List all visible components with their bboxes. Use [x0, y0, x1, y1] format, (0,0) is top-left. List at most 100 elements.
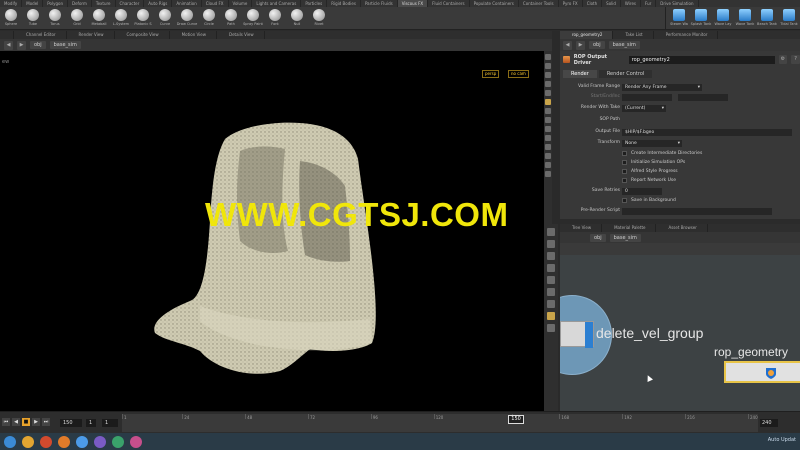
path-obj[interactable]: obj: [589, 41, 605, 49]
current-frame-field[interactable]: 150: [60, 419, 82, 427]
tab-composite-view[interactable]: Composite View: [115, 31, 170, 39]
path-obj[interactable]: obj: [590, 233, 606, 242]
shelf-tool-l-system[interactable]: L-System: [110, 7, 132, 30]
shelf-tab-drive-simulation[interactable]: Drive Simulation: [656, 0, 699, 7]
houdini-icon[interactable]: [58, 435, 70, 448]
tab-take-list[interactable]: Take List: [613, 31, 654, 39]
layout-icon[interactable]: [547, 264, 555, 272]
shelf-tab-model[interactable]: Model: [22, 0, 44, 7]
forward-icon[interactable]: ▶: [17, 40, 26, 50]
shelf-tool-steam-wa[interactable]: Steam Wa: [668, 7, 690, 30]
help-icon[interactable]: ?: [791, 55, 800, 64]
tab-tree-view[interactable]: Tree View: [560, 224, 603, 232]
shelf-tool-tidal-tank[interactable]: Tidal Tank: [778, 7, 800, 30]
tab-motion-view[interactable]: Motion View: [170, 31, 217, 39]
light-icon[interactable]: [545, 99, 551, 105]
checkbox[interactable]: [622, 178, 627, 183]
shelf-tool-sphere[interactable]: Sphere: [0, 7, 22, 30]
pencil-icon[interactable]: [545, 153, 551, 159]
back-icon[interactable]: ◀: [563, 40, 572, 50]
shading-icon[interactable]: [545, 63, 551, 69]
note-icon[interactable]: [547, 288, 555, 296]
start-frame-field[interactable]: [622, 93, 672, 101]
shelf-tool-rivet[interactable]: Rivet: [308, 7, 330, 30]
pan-icon[interactable]: [547, 240, 555, 248]
grid-icon[interactable]: [547, 276, 555, 284]
camera-icon[interactable]: [545, 126, 551, 132]
shelf-tool-path[interactable]: Path: [220, 7, 242, 30]
forward-icon[interactable]: ▶: [576, 40, 585, 50]
list-icon[interactable]: [547, 300, 555, 308]
checkbox[interactable]: [622, 169, 627, 174]
path-node[interactable]: base_sim: [49, 41, 81, 49]
snap-icon[interactable]: [545, 108, 551, 114]
grid-display-icon[interactable]: [545, 117, 551, 123]
shelf-tab-wires[interactable]: Wires: [621, 0, 641, 7]
pre-render-script-field[interactable]: [622, 207, 772, 215]
tab-asset-browser[interactable]: Asset Browser: [656, 224, 708, 232]
app-icon[interactable]: [112, 435, 124, 448]
take-menu[interactable]: (Current): [622, 104, 666, 112]
shelf-tool-spray-paint[interactable]: Spray Paint: [242, 7, 264, 30]
start-icon[interactable]: [4, 435, 16, 448]
shelf-tab-populate-containers[interactable]: Populate Containers: [470, 0, 519, 7]
tab-rop-geometry2[interactable]: rop_geometry2: [560, 31, 614, 39]
normal-display-icon[interactable]: [545, 144, 551, 150]
jump-start-icon[interactable]: ⏮: [2, 418, 10, 426]
play-icon[interactable]: ▶: [32, 418, 40, 426]
gear-icon[interactable]: ⚙: [778, 55, 788, 64]
shelf-tab-fluid-containers[interactable]: Fluid Containers: [428, 0, 470, 7]
shelf-tool-wave-tank[interactable]: Wave Tank: [734, 7, 756, 30]
shelf-tab-pyro-fx[interactable]: Pyro FX: [559, 0, 583, 7]
output-file-field[interactable]: $HIP/$F.bgeo: [622, 128, 792, 136]
end-frame-field[interactable]: 240: [760, 419, 778, 427]
shelf-tool-grid[interactable]: Grid: [66, 7, 88, 30]
checkbox[interactable]: [622, 151, 627, 156]
shelf-tool-font[interactable]: Font: [264, 7, 286, 30]
tab-scene-view[interactable]: [0, 31, 14, 39]
shelf-tool-metaball[interactable]: Metaball: [88, 7, 110, 30]
tab-channel-editor[interactable]: Channel Editor: [14, 31, 67, 39]
path-node[interactable]: base_sim: [609, 233, 641, 242]
frame-step-field[interactable]: 1: [86, 419, 96, 427]
timeline-ruler[interactable]: 1 24 48 72 96 120 168 192 216 240 150: [122, 414, 758, 432]
shelf-tool-splash-tank[interactable]: Splash Tank: [690, 7, 712, 30]
end-frame-field[interactable]: [678, 93, 728, 101]
shelf-tool-wave-lay[interactable]: Wave Lay: [712, 7, 734, 30]
shelf-tab-lights-and-cameras[interactable]: Lights and Cameras: [252, 0, 302, 7]
path-node[interactable]: base_sim: [608, 41, 640, 49]
shelf-tool-circle[interactable]: Circle: [198, 7, 220, 30]
rop-geometry-node[interactable]: [724, 361, 800, 383]
tray-text[interactable]: Auto Updat: [768, 437, 796, 443]
shelf-tab-viscous-fx[interactable]: Viscous FX: [397, 0, 429, 7]
step-back-icon[interactable]: ◀: [12, 418, 20, 426]
shelf-tool-null[interactable]: Null: [286, 7, 308, 30]
shelf-tab-rigid-bodies[interactable]: Rigid Bodies: [327, 0, 361, 7]
flipbook-icon[interactable]: [545, 162, 551, 168]
shelf-tool-beach-tank[interactable]: Beach Tank: [756, 7, 778, 30]
tab-details-view[interactable]: Details View: [217, 31, 265, 39]
checkbox[interactable]: [622, 198, 627, 203]
current-frame-marker[interactable]: 150: [508, 415, 524, 424]
rop-name-field[interactable]: rop_geometry2: [628, 55, 775, 64]
shelf-tool-tube[interactable]: Tube: [22, 7, 44, 30]
transform-menu[interactable]: None: [622, 139, 682, 147]
explorer-icon[interactable]: [22, 435, 34, 448]
ghost-icon[interactable]: [545, 81, 551, 87]
shelf-tab-auto-rigs[interactable]: Auto Rigs: [144, 0, 173, 7]
tab-render-view[interactable]: Render View: [67, 31, 115, 39]
wireframe-icon[interactable]: [545, 72, 551, 78]
jump-end-icon[interactable]: ⏭: [42, 418, 50, 426]
chrome-icon[interactable]: [40, 435, 52, 448]
point-display-icon[interactable]: [545, 135, 551, 141]
shelf-tab-modify[interactable]: Modify: [0, 0, 23, 7]
render-region-icon[interactable]: [545, 171, 551, 177]
save-retries-field[interactable]: 0: [622, 187, 662, 195]
shelf-tab-animation[interactable]: Animation: [172, 0, 202, 7]
app-icon[interactable]: [76, 435, 88, 448]
tab-render-control[interactable]: Render Control: [598, 70, 653, 78]
network-editor[interactable]: delete_vel_group rop_geometry: [560, 255, 800, 411]
shelf-tab-texture[interactable]: Texture: [92, 0, 116, 7]
tab-performance-monitor[interactable]: Performance Monitor: [654, 31, 719, 39]
delete-vel-group-node[interactable]: [560, 321, 594, 348]
